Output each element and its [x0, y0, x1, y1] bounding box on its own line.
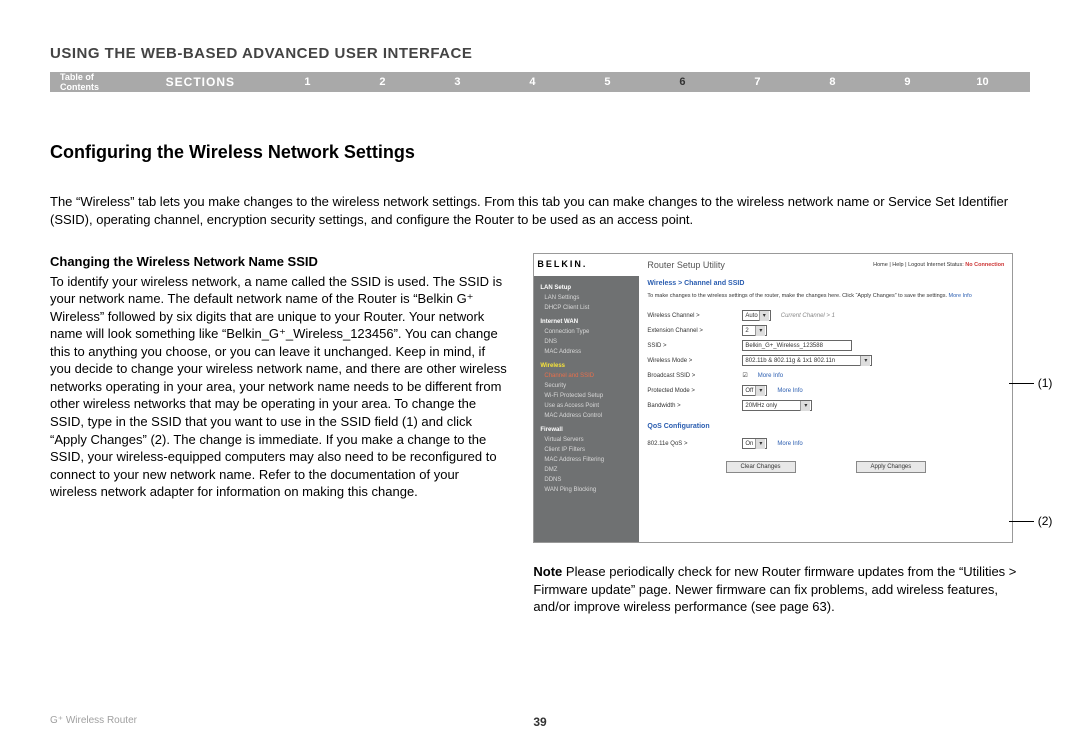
broadcast-ssid-label: Broadcast SSID > [647, 373, 742, 379]
router-screenshot: BELKIN. LAN Setup LAN Settings DHCP Clie… [533, 253, 1013, 543]
ssid-input[interactable]: Belkin_G+_Wireless_123588 [742, 340, 852, 351]
nav-section-2[interactable]: 2 [345, 76, 420, 88]
nav-section-6[interactable]: 6 [645, 76, 720, 88]
sidebar-item-wan-ping[interactable]: WAN Ping Blocking [540, 486, 633, 495]
sidebar-item-virtual-servers[interactable]: Virtual Servers [540, 436, 633, 445]
page-number: 39 [533, 715, 546, 729]
nav-sections-label: SECTIONS [166, 75, 235, 89]
callout-2: (2) [1009, 514, 1052, 528]
callout-1: (1) [1009, 376, 1052, 390]
topnav-links[interactable]: Home | Help | Logout Internet Status: [873, 262, 964, 268]
nav-section-1[interactable]: 1 [270, 76, 345, 88]
brand-logo: BELKIN. [534, 254, 639, 276]
ssid-label: SSID > [647, 343, 742, 349]
sidebar-item-conn-type[interactable]: Connection Type [540, 328, 633, 337]
router-sidebar: BELKIN. LAN Setup LAN Settings DHCP Clie… [534, 254, 639, 542]
sidebar-cat-wan: Internet WAN [540, 318, 633, 327]
protected-mode-select[interactable]: Off [742, 385, 767, 396]
more-info-link[interactable]: More Info [777, 388, 802, 394]
body-text: To identify your wireless network, a nam… [50, 274, 507, 500]
sidebar-cat-lan: LAN Setup [540, 284, 633, 293]
sidebar-item-ap[interactable]: Use as Access Point [540, 402, 633, 411]
extension-channel-label: Extension Channel > [647, 328, 742, 334]
more-info-link[interactable]: More Info [949, 293, 972, 299]
current-channel-note: Current Channel > 1 [781, 313, 835, 319]
protected-mode-label: Protected Mode > [647, 388, 742, 394]
intro-paragraph: The “Wireless” tab lets you make changes… [50, 193, 1030, 228]
sidebar-item-mac-control[interactable]: MAC Address Control [540, 412, 633, 421]
sidebar-cat-wireless: Wireless [540, 362, 633, 371]
clear-changes-button[interactable]: Clear Changes [726, 461, 796, 473]
nav-section-5[interactable]: 5 [570, 76, 645, 88]
internet-status: No Connection [965, 262, 1004, 268]
bandwidth-label: Bandwidth > [647, 403, 742, 409]
note-label: Note [533, 564, 562, 579]
wireless-mode-select[interactable]: 802.11b & 802.11g & 1x1 802.11n [742, 355, 872, 366]
section-title: Configuring the Wireless Network Setting… [50, 142, 1030, 163]
nav-section-7[interactable]: 7 [720, 76, 795, 88]
qos-select[interactable]: On [742, 438, 767, 449]
router-topnav[interactable]: Home | Help | Logout Internet Status: No… [873, 262, 1004, 268]
sidebar-item-lan-settings[interactable]: LAN Settings [540, 294, 633, 303]
nav-section-8[interactable]: 8 [795, 76, 870, 88]
sidebar-cat-firewall: Firewall [540, 426, 633, 435]
hint-text: To make changes to the wireless settings… [647, 293, 1004, 300]
sidebar-item-dns[interactable]: DNS [540, 338, 633, 347]
sidebar-item-dmz[interactable]: DMZ [540, 466, 633, 475]
nav-toc[interactable]: Table of Contents [60, 72, 131, 92]
qos-heading: QoS Configuration [647, 423, 1004, 430]
nav-section-3[interactable]: 3 [420, 76, 495, 88]
sidebar-item-channel-ssid[interactable]: Channel and SSID [540, 372, 633, 381]
broadcast-ssid-checkbox[interactable]: ☑ [742, 372, 747, 379]
wireless-channel-select[interactable]: Auto [742, 310, 770, 321]
breadcrumb: Wireless > Channel and SSID [647, 280, 1004, 287]
router-main: Router Setup Utility Home | Help | Logou… [639, 254, 1012, 542]
note-paragraph: Note Please periodically check for new R… [533, 563, 1030, 616]
wireless-channel-label: Wireless Channel > [647, 313, 742, 319]
router-title: Router Setup Utility [647, 260, 725, 270]
wireless-mode-label: Wireless Mode > [647, 358, 742, 364]
bandwidth-select[interactable]: 20MHz only [742, 400, 812, 411]
sidebar-item-mac-filtering[interactable]: MAC Address Filtering [540, 456, 633, 465]
nav-section-4[interactable]: 4 [495, 76, 570, 88]
sidebar-item-client-ip-filters[interactable]: Client IP Filters [540, 446, 633, 455]
nav-section-9[interactable]: 9 [870, 76, 945, 88]
subsection-heading: Changing the Wireless Network Name SSID [50, 253, 508, 271]
page-header: USING THE WEB-BASED ADVANCED USER INTERF… [50, 45, 1030, 62]
sidebar-item-security[interactable]: Security [540, 382, 633, 391]
sidebar-item-ddns[interactable]: DDNS [540, 476, 633, 485]
more-info-link[interactable]: More Info [777, 441, 802, 447]
extension-channel-select[interactable]: 2 [742, 325, 767, 336]
footer-product: G⁺ Wireless Router [50, 715, 137, 726]
section-nav: Table of Contents SECTIONS 1 2 3 4 5 6 7… [50, 72, 1030, 92]
more-info-link[interactable]: More Info [758, 373, 783, 379]
apply-changes-button[interactable]: Apply Changes [856, 461, 927, 473]
sidebar-item-dhcp[interactable]: DHCP Client List [540, 304, 633, 313]
sidebar-item-mac[interactable]: MAC Address [540, 348, 633, 357]
nav-section-10[interactable]: 10 [945, 76, 1020, 88]
qos-label: 802.11e QoS > [647, 441, 742, 447]
sidebar-item-wps[interactable]: Wi-Fi Protected Setup [540, 392, 633, 401]
